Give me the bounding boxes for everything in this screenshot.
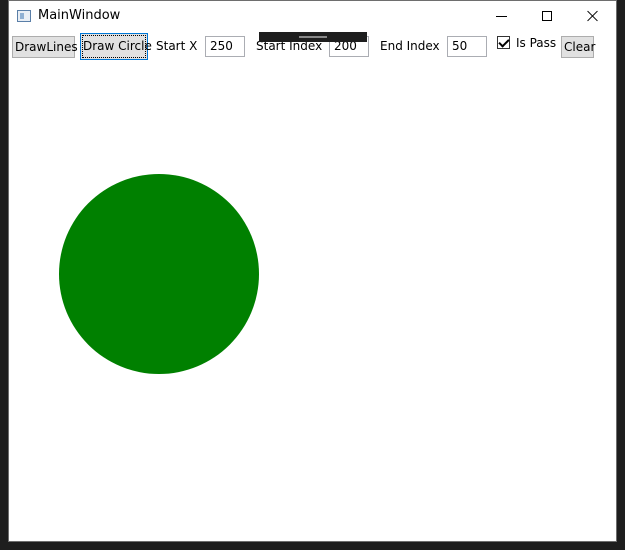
maximize-button[interactable] xyxy=(524,1,570,31)
title-bar[interactable]: MainWindow xyxy=(9,1,616,31)
main-window: MainWindow DrawLines Draw Circle Start X… xyxy=(8,0,617,542)
app-window-icon xyxy=(17,10,31,22)
is-pass-label: Is Pass xyxy=(516,36,557,50)
clear-button[interactable]: Clear xyxy=(561,36,595,58)
background-editor-right xyxy=(617,0,625,550)
draw-circle-button[interactable]: Draw Circle xyxy=(80,33,152,60)
grip-handle[interactable] xyxy=(299,36,327,38)
start-x-input[interactable]: 250 xyxy=(205,36,245,57)
overlay-toolbar-strip[interactable] xyxy=(259,32,367,42)
maximize-icon xyxy=(542,11,552,21)
minimize-icon xyxy=(495,15,507,17)
check-icon xyxy=(498,36,510,48)
end-index-label: End Index xyxy=(380,39,440,53)
background-editor-left xyxy=(0,0,8,550)
is-pass-checkbox[interactable] xyxy=(497,36,510,49)
drawing-canvas[interactable] xyxy=(9,61,616,541)
close-icon xyxy=(587,10,599,22)
green-circle xyxy=(59,174,259,374)
window-title: MainWindow xyxy=(38,8,121,23)
start-x-label: Start X xyxy=(156,39,198,53)
minimize-button[interactable] xyxy=(478,1,524,31)
draw-lines-button[interactable]: DrawLines xyxy=(12,36,78,58)
end-index-input[interactable]: 50 xyxy=(447,36,487,57)
close-button[interactable] xyxy=(570,1,616,31)
